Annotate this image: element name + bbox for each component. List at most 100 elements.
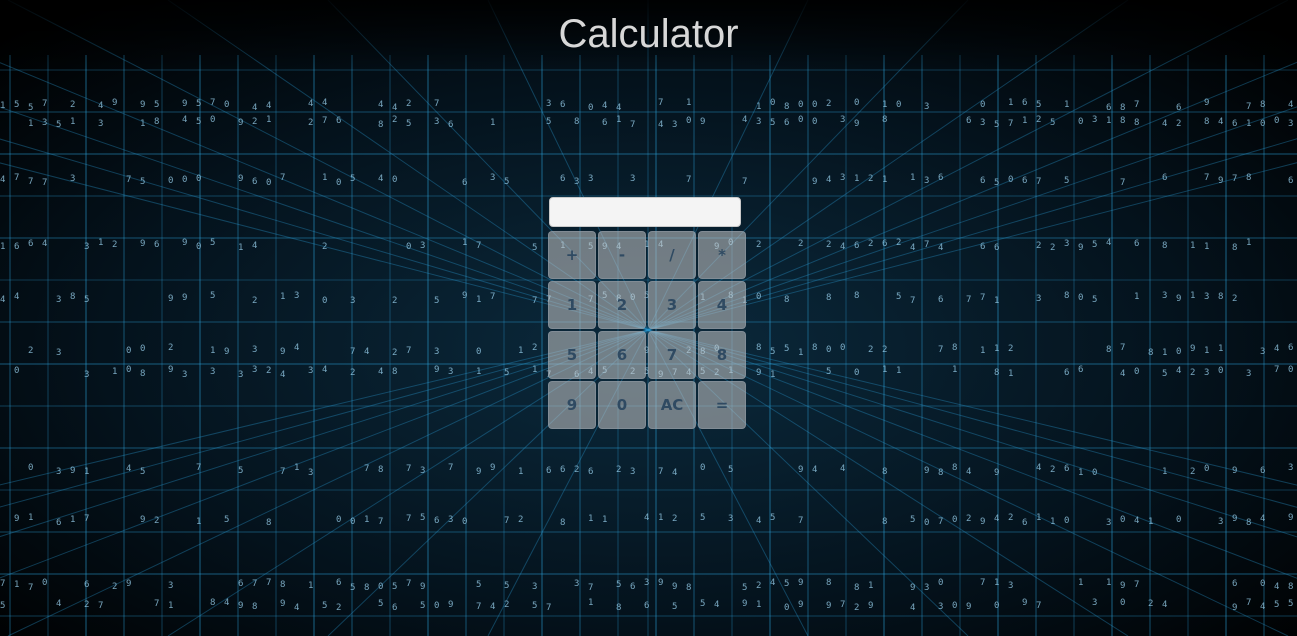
svg-text:2: 2	[322, 242, 327, 252]
key-6-button[interactable]: 6	[598, 331, 646, 379]
page: 1557249959570444444273604471108002010301…	[0, 0, 1297, 636]
svg-text:1: 1	[994, 578, 999, 588]
svg-text:0: 0	[210, 115, 215, 125]
svg-text:3: 3	[546, 99, 551, 109]
svg-text:6: 6	[938, 295, 943, 305]
svg-text:0: 0	[798, 115, 803, 125]
svg-text:7: 7	[28, 583, 33, 593]
svg-text:1: 1	[756, 600, 761, 610]
svg-text:0: 0	[42, 578, 47, 588]
svg-text:6: 6	[644, 601, 649, 611]
key-7-button[interactable]: 7	[648, 331, 696, 379]
svg-text:2: 2	[112, 240, 117, 250]
svg-text:4: 4	[938, 243, 943, 253]
key-9-button[interactable]: 9	[548, 381, 596, 429]
key-8-button[interactable]: 8	[698, 331, 746, 379]
svg-text:0: 0	[1064, 516, 1069, 526]
svg-text:9: 9	[658, 578, 663, 588]
svg-text:5: 5	[532, 243, 537, 253]
key-3-button[interactable]: 3	[648, 281, 696, 329]
key-0-button[interactable]: 0	[598, 381, 646, 429]
svg-text:3: 3	[574, 579, 579, 589]
svg-text:9: 9	[994, 468, 999, 478]
svg-text:1: 1	[1078, 468, 1083, 478]
svg-text:9: 9	[224, 347, 229, 357]
svg-text:6: 6	[1176, 103, 1181, 113]
svg-text:2: 2	[1008, 513, 1013, 523]
key-divide-button[interactable]: /	[648, 231, 696, 279]
svg-text:4: 4	[280, 370, 285, 380]
svg-text:0: 0	[1176, 347, 1181, 357]
svg-text:1: 1	[952, 365, 957, 375]
svg-text:3: 3	[644, 578, 649, 588]
svg-text:0: 0	[1260, 119, 1265, 129]
svg-text:6: 6	[966, 116, 971, 126]
svg-text:5: 5	[14, 100, 19, 110]
svg-text:2: 2	[154, 516, 159, 526]
svg-text:9: 9	[238, 601, 243, 611]
calculator-display[interactable]	[549, 197, 741, 227]
svg-text:1: 1	[70, 515, 75, 525]
svg-text:7: 7	[406, 579, 411, 589]
svg-text:7: 7	[938, 517, 943, 527]
svg-text:6: 6	[336, 578, 341, 588]
key-clear-button[interactable]: AC	[648, 381, 696, 429]
svg-text:1: 1	[994, 344, 999, 354]
key-4-button[interactable]: 4	[698, 281, 746, 329]
svg-text:2: 2	[826, 99, 831, 109]
svg-text:3: 3	[350, 296, 355, 306]
svg-text:3: 3	[308, 366, 313, 376]
svg-text:7: 7	[0, 579, 5, 589]
svg-text:8: 8	[784, 102, 789, 112]
svg-text:6: 6	[1022, 518, 1027, 528]
svg-text:5: 5	[406, 119, 411, 129]
svg-text:3: 3	[924, 102, 929, 112]
svg-text:2: 2	[392, 115, 397, 125]
svg-text:5: 5	[504, 177, 509, 187]
svg-text:7: 7	[434, 99, 439, 109]
svg-text:3: 3	[938, 602, 943, 612]
svg-text:4: 4	[1106, 238, 1111, 248]
key-multiply-button[interactable]: *	[698, 231, 746, 279]
key-minus-button[interactable]: -	[598, 231, 646, 279]
svg-text:3: 3	[448, 515, 453, 525]
svg-text:0: 0	[840, 343, 845, 353]
key-plus-button[interactable]: +	[548, 231, 596, 279]
key-equals-button[interactable]: =	[698, 381, 746, 429]
svg-text:1: 1	[1106, 578, 1111, 588]
svg-text:5: 5	[532, 601, 537, 611]
svg-text:5: 5	[1288, 599, 1293, 609]
key-1-button[interactable]: 1	[548, 281, 596, 329]
svg-text:8: 8	[1148, 348, 1153, 358]
svg-text:4: 4	[252, 241, 257, 251]
svg-text:8: 8	[952, 343, 957, 353]
svg-text:0: 0	[588, 103, 593, 113]
svg-text:8: 8	[1246, 173, 1251, 183]
svg-text:3: 3	[56, 295, 61, 305]
key-5-button[interactable]: 5	[548, 331, 596, 379]
svg-text:3: 3	[980, 118, 985, 128]
svg-text:7: 7	[798, 516, 803, 526]
svg-text:9: 9	[1218, 176, 1223, 186]
svg-text:9: 9	[742, 599, 747, 609]
svg-text:1: 1	[322, 173, 327, 183]
svg-text:7: 7	[42, 178, 47, 188]
svg-text:0: 0	[336, 515, 341, 525]
svg-text:4: 4	[1162, 119, 1167, 129]
svg-text:5: 5	[1036, 100, 1041, 110]
svg-text:1: 1	[0, 101, 5, 111]
key-2-button[interactable]: 2	[598, 281, 646, 329]
svg-text:1: 1	[1134, 292, 1139, 302]
svg-text:3: 3	[728, 514, 733, 524]
svg-text:2: 2	[532, 343, 537, 353]
svg-text:1: 1	[210, 346, 215, 356]
svg-text:8: 8	[1120, 116, 1125, 126]
svg-text:2: 2	[798, 239, 803, 249]
svg-text:3: 3	[1260, 347, 1265, 357]
svg-text:7: 7	[504, 516, 509, 526]
svg-text:1: 1	[14, 580, 19, 590]
svg-text:3: 3	[84, 242, 89, 252]
svg-text:7: 7	[1008, 119, 1013, 129]
svg-text:0: 0	[798, 100, 803, 110]
svg-text:8: 8	[686, 583, 691, 593]
